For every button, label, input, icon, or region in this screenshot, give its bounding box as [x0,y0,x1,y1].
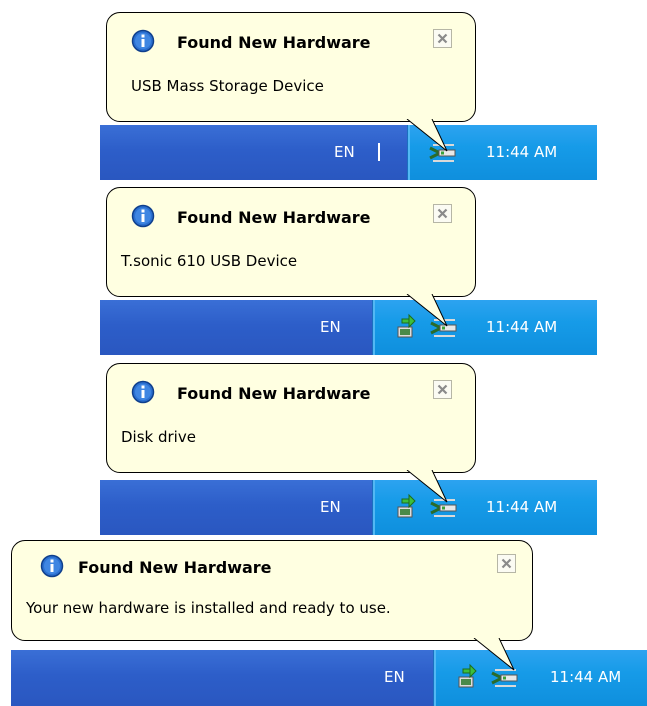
notification-balloon[interactable]: Found New Hardware Your new hardware is … [11,540,533,641]
close-button[interactable] [433,204,452,223]
language-indicator[interactable]: EN [320,498,341,516]
info-icon [131,380,155,404]
close-icon [437,33,448,44]
balloon-message: T.sonic 610 USB Device [121,252,298,270]
balloon-title: Found New Hardware [177,384,371,403]
notification-balloon[interactable]: Found New Hardware T.sonic 610 USB Devic… [106,187,476,297]
info-icon [40,554,64,578]
info-icon [131,204,155,228]
clock[interactable]: 11:44 AM [486,498,557,516]
close-icon [437,208,448,219]
language-indicator[interactable]: EN [334,143,355,161]
balloon-message: Disk drive [121,428,196,446]
balloon-title: Found New Hardware [78,558,272,577]
balloon-title: Found New Hardware [177,208,371,227]
clock[interactable]: 11:44 AM [486,143,557,161]
notification-panel-2: EN 11:44 AM Found New Hardware T.sonic 6… [100,180,597,355]
notification-panel-1: EN 11:44 AM Found New Hardware USB Mass … [100,0,597,180]
language-indicator[interactable]: EN [320,318,341,336]
notification-panel-3: EN 11:44 AM Found New Hardware Disk driv… [100,357,597,535]
language-indicator[interactable]: EN [384,668,405,686]
system-tray: 11:44 AM [433,650,647,706]
taskbar: EN 11:44 AM [100,300,597,355]
balloon-title: Found New Hardware [177,33,371,52]
notification-balloon[interactable]: Found New Hardware Disk drive [106,363,476,473]
balloon-tail [406,294,448,327]
balloon-message: USB Mass Storage Device [131,77,324,95]
balloon-message: Your new hardware is installed and ready… [26,599,391,617]
balloon-tail [406,470,448,503]
balloon-tail [473,638,515,671]
close-icon [501,558,512,569]
clock[interactable]: 11:44 AM [486,318,557,336]
close-button[interactable] [497,554,516,573]
clock[interactable]: 11:44 AM [550,668,621,686]
taskbar: EN 11:44 AM [11,650,647,706]
notification-panel-4: EN 11:44 AM Found New Hardware Your new … [11,540,647,706]
info-icon [131,29,155,53]
tray-separator [378,143,380,161]
close-button[interactable] [433,29,452,48]
notification-balloon[interactable]: Found New Hardware USB Mass Storage Devi… [106,12,476,122]
taskbar: EN 11:44 AM [100,480,597,535]
taskbar: EN 11:44 AM [100,125,597,180]
balloon-tail [406,119,448,152]
close-icon [437,384,448,395]
close-button[interactable] [433,380,452,399]
